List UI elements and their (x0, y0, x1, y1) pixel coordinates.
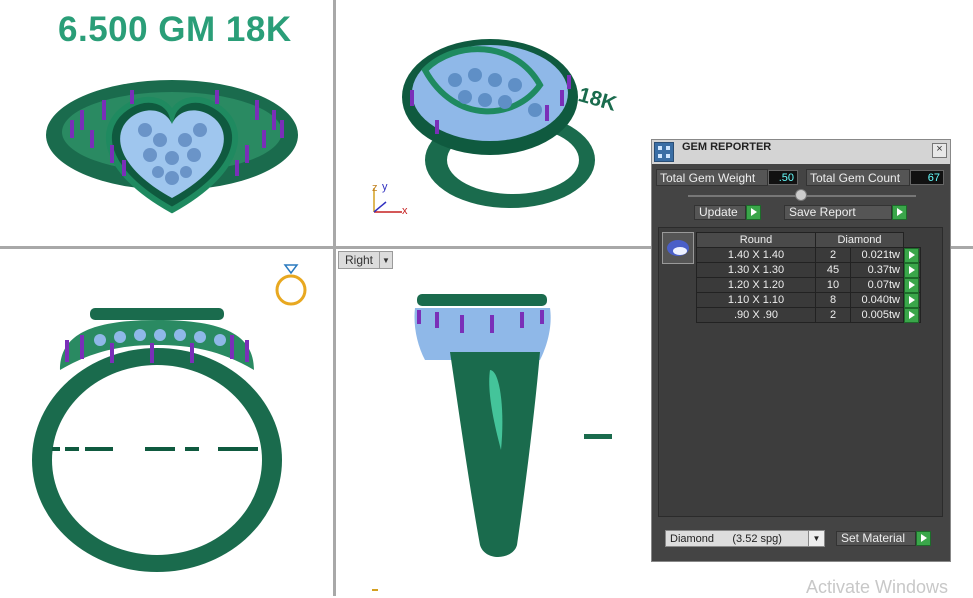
table-row[interactable]: 1.40 X 1.40 2 0.021tw (696, 247, 921, 263)
chevron-down-icon[interactable]: ▼ (379, 252, 392, 268)
set-material-button[interactable]: Set Material (836, 531, 916, 546)
scale-marker (584, 434, 612, 439)
gem-count: 8 (815, 292, 851, 308)
total-gem-weight-value[interactable]: .50 (768, 170, 798, 185)
close-icon[interactable]: × (932, 143, 947, 158)
column-header-round: Round (696, 232, 816, 248)
total-gem-weight-label: Total Gem Weight (656, 169, 768, 186)
view-selector[interactable]: Right ▼ (338, 251, 394, 269)
diamond-icon (667, 240, 689, 256)
gem-size: .90 X .90 (696, 307, 816, 323)
material-select[interactable]: Diamond (3.52 spg) ▼ (665, 530, 825, 547)
row-go-icon[interactable] (903, 262, 921, 278)
gem-size: 1.10 X 1.10 (696, 292, 816, 308)
material-select-value: Diamond (3.52 spg) (670, 533, 782, 545)
gem-weight: 0.37tw (850, 262, 904, 278)
gem-reporter-titlebar[interactable]: GEM REPORTER × (652, 140, 950, 164)
save-report-button[interactable]: Save Report (784, 205, 892, 220)
gem-size: 1.40 X 1.40 (696, 247, 816, 263)
update-button[interactable]: Update (694, 205, 746, 220)
ring-side-view (32, 308, 282, 572)
total-gem-count-value[interactable]: 67 (910, 170, 944, 185)
axis-z-label: z (372, 182, 378, 194)
table-row[interactable]: .90 X .90 2 0.005tw (696, 307, 921, 323)
gem-size: 1.30 X 1.30 (696, 262, 816, 278)
panel-slider-thumb[interactable] (795, 189, 807, 201)
gem-count: 2 (815, 247, 851, 263)
gem-count: 45 (815, 262, 851, 278)
activate-windows-watermark: Activate Windows (806, 577, 949, 597)
diamond-thumbnail[interactable] (662, 232, 694, 264)
ring-front-view (46, 80, 298, 214)
row-go-icon[interactable] (903, 307, 921, 323)
gem-weight: 0.021tw (850, 247, 904, 263)
update-go-icon[interactable] (746, 205, 761, 220)
ring-perspective-view (402, 39, 595, 208)
row-go-icon[interactable] (903, 247, 921, 263)
save-report-go-icon[interactable] (892, 205, 907, 220)
gem-weight: 0.07tw (850, 277, 904, 293)
table-row[interactable]: 1.30 X 1.30 45 0.37tw (696, 262, 921, 278)
column-header-diamond: Diamond (815, 232, 904, 248)
view-selector-label: Right (345, 253, 374, 267)
gem-reporter-title: GEM REPORTER (682, 141, 772, 153)
table-row[interactable]: 1.10 X 1.10 8 0.040tw (696, 292, 921, 308)
gem-table: Round Diamond 1.40 X 1.40 2 0.021tw 1.30… (696, 232, 921, 323)
gem-reporter-panel: GEM REPORTER × Total Gem Weight .50 Tota… (651, 139, 951, 562)
gem-weight: 0.040tw (850, 292, 904, 308)
axis-x-label: x (402, 205, 408, 217)
chevron-down-icon[interactable]: ▼ (808, 531, 824, 546)
header-spacer (904, 233, 921, 248)
row-go-icon[interactable] (903, 277, 921, 293)
viewport-divider-vertical[interactable] (333, 0, 336, 596)
viewport-title: 6.500 GM 18K (58, 10, 292, 49)
ring-icon (275, 264, 307, 306)
axis-y-label: y (382, 181, 388, 193)
set-material-go-icon[interactable] (916, 531, 931, 546)
gem-count: 2 (815, 307, 851, 323)
gem-size: 1.20 X 1.20 (696, 277, 816, 293)
gem-reporter-icon (654, 142, 674, 162)
gem-weight: 0.005tw (850, 307, 904, 323)
gem-count: 10 (815, 277, 851, 293)
table-row[interactable]: 1.20 X 1.20 10 0.07tw (696, 277, 921, 293)
origin-marker (372, 589, 378, 591)
total-gem-count-label: Total Gem Count (806, 169, 910, 186)
row-go-icon[interactable] (903, 292, 921, 308)
ring-right-profile (414, 294, 551, 558)
